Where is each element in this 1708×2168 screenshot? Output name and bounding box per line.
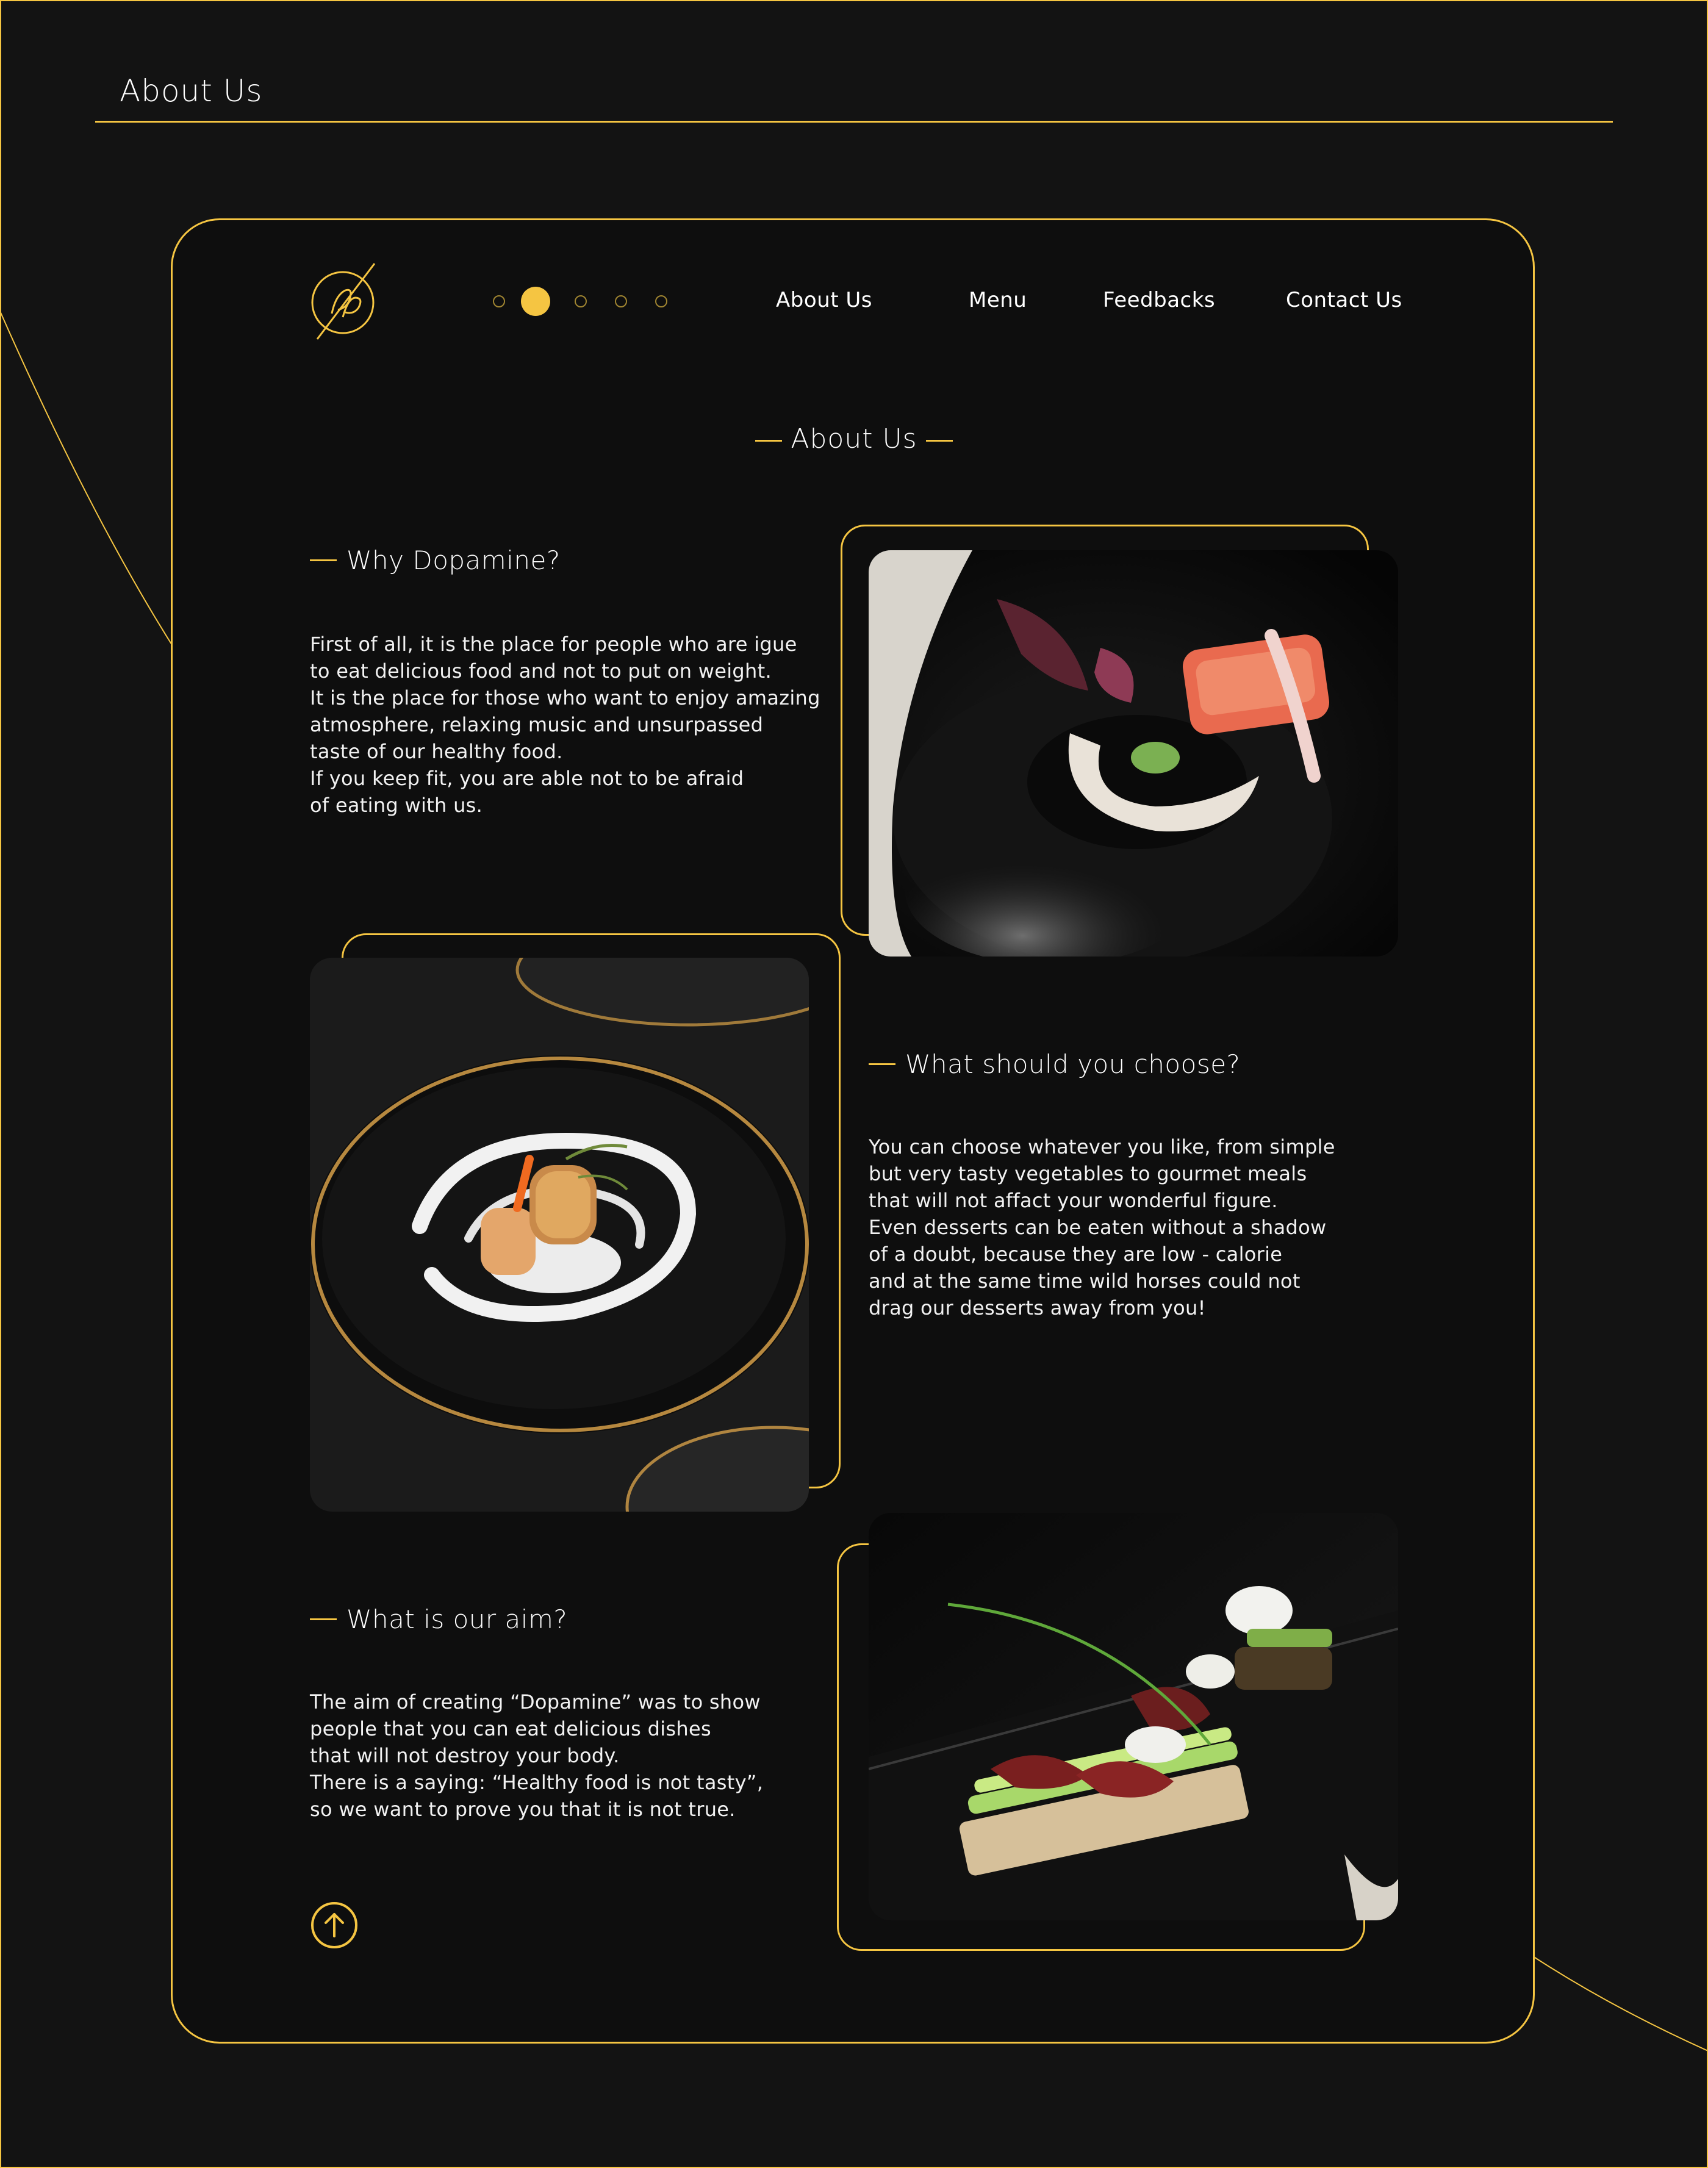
text-line: You can choose whatever you like, from s…: [869, 1135, 1335, 1158]
text-line: There is a saying: “Healthy food is not …: [310, 1771, 764, 1794]
text-line: and at the same time wild horses could n…: [869, 1269, 1301, 1293]
vegetable-dish-photo: [869, 1513, 1398, 1920]
heading-dash: [310, 559, 337, 561]
page-heading-divider: [95, 121, 1613, 123]
heading-text: What should you choose?: [905, 1049, 1241, 1079]
text-line: that will not affact your wonderful figu…: [869, 1189, 1278, 1212]
title-dash-left: [755, 439, 783, 442]
section-heading-what-is-our-aim: What is our aim?: [310, 1604, 567, 1634]
title-dash-right: [925, 439, 953, 442]
about-us-title: About Us: [0, 423, 1708, 454]
text-line: but very tasty vegetables to gourmet mea…: [869, 1162, 1307, 1185]
nav-about-us[interactable]: About Us: [776, 288, 872, 312]
text-line: of eating with us.: [310, 794, 483, 817]
carousel-dot-2-active[interactable]: [521, 287, 550, 316]
nav-menu[interactable]: Menu: [969, 288, 1027, 312]
text-line: to eat delicious food and not to put on …: [310, 659, 772, 683]
text-line: atmosphere, relaxing music and unsurpass…: [310, 713, 764, 736]
text-line: people that you can eat delicious dishes: [310, 1717, 711, 1740]
section-heading-what-should-you-choose: What should you choose?: [869, 1049, 1240, 1079]
heading-dash: [310, 1618, 337, 1620]
text-line: so we want to prove you that it is not t…: [310, 1798, 736, 1821]
heading-dash: [869, 1063, 895, 1065]
page-heading: About Us: [120, 73, 263, 109]
dp-monogram-logo-icon[interactable]: [307, 259, 379, 344]
text-line: that will not destroy your body.: [310, 1744, 620, 1767]
carousel-dot-5[interactable]: [655, 295, 667, 307]
carousel-dot-3[interactable]: [575, 295, 587, 307]
text-line: First of all, it is the place for people…: [310, 633, 797, 656]
text-line: Even desserts can be eaten without a sha…: [869, 1216, 1327, 1239]
about-us-title-text: About Us: [791, 423, 917, 454]
heading-text: Why Dopamine?: [346, 545, 561, 575]
text-line: taste of our healthy food.: [310, 740, 563, 763]
arrow-up-circle-icon[interactable]: [310, 1901, 359, 1950]
carousel-dot-1[interactable]: [493, 295, 505, 307]
scallop-dish-photo: [310, 958, 809, 1512]
section-text-what-is-our-aim: The aim of creating “Dopamine” was to sh…: [310, 1689, 763, 1823]
section-text-why-dopamine: First of all, it is the place for people…: [310, 631, 820, 819]
heading-text: What is our aim?: [346, 1604, 568, 1634]
text-line: If you keep fit, you are able not to be …: [310, 767, 744, 790]
text-line: drag our desserts away from you!: [869, 1296, 1206, 1319]
text-line: The aim of creating “Dopamine” was to sh…: [310, 1690, 761, 1714]
nav-contact-us[interactable]: Contact Us: [1286, 288, 1402, 312]
salmon-dish-photo: [869, 550, 1398, 957]
section-heading-why-dopamine: Why Dopamine?: [310, 545, 561, 575]
carousel-dot-4[interactable]: [615, 295, 627, 307]
carousel-indicator: [493, 287, 695, 316]
section-text-what-should-you-choose: You can choose whatever you like, from s…: [869, 1133, 1335, 1321]
nav-feedbacks[interactable]: Feedbacks: [1103, 288, 1215, 312]
text-line: of a doubt, because they are low - calor…: [869, 1243, 1283, 1266]
text-line: It is the place for those who want to en…: [310, 686, 820, 709]
